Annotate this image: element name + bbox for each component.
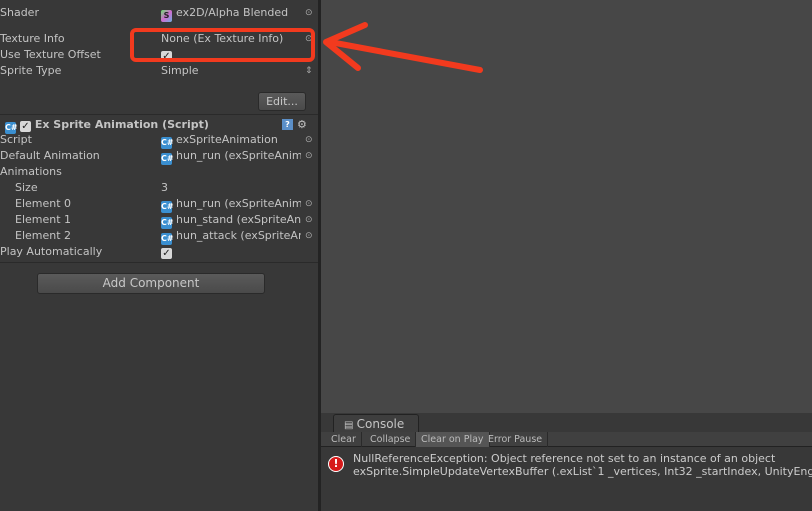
clear-on-play-button[interactable]: Clear on Play — [416, 432, 490, 447]
error-icon: ! — [328, 456, 344, 472]
clear-button[interactable]: Clear — [326, 432, 362, 447]
collapse-button[interactable]: Collapse — [365, 432, 417, 447]
log-message-line: NullReferenceException: Object reference… — [353, 452, 776, 465]
tab-console[interactable]: ▤ Console — [333, 414, 419, 432]
console-tab-label: Console — [356, 417, 405, 431]
error-pause-button[interactable]: Error Pause — [483, 432, 549, 447]
log-stack-line: exSprite.SimpleUpdateVertexBuffer (.exLi… — [353, 465, 812, 478]
console-icon: ▤ — [344, 420, 357, 431]
console-log-entry[interactable]: NullReferenceException: Object reference… — [353, 452, 812, 478]
console-panel: ▤ Console Clear Collapse Clear on Play E… — [321, 413, 812, 511]
console-toolbar: Clear Collapse Clear on Play Error Pause — [321, 432, 812, 447]
